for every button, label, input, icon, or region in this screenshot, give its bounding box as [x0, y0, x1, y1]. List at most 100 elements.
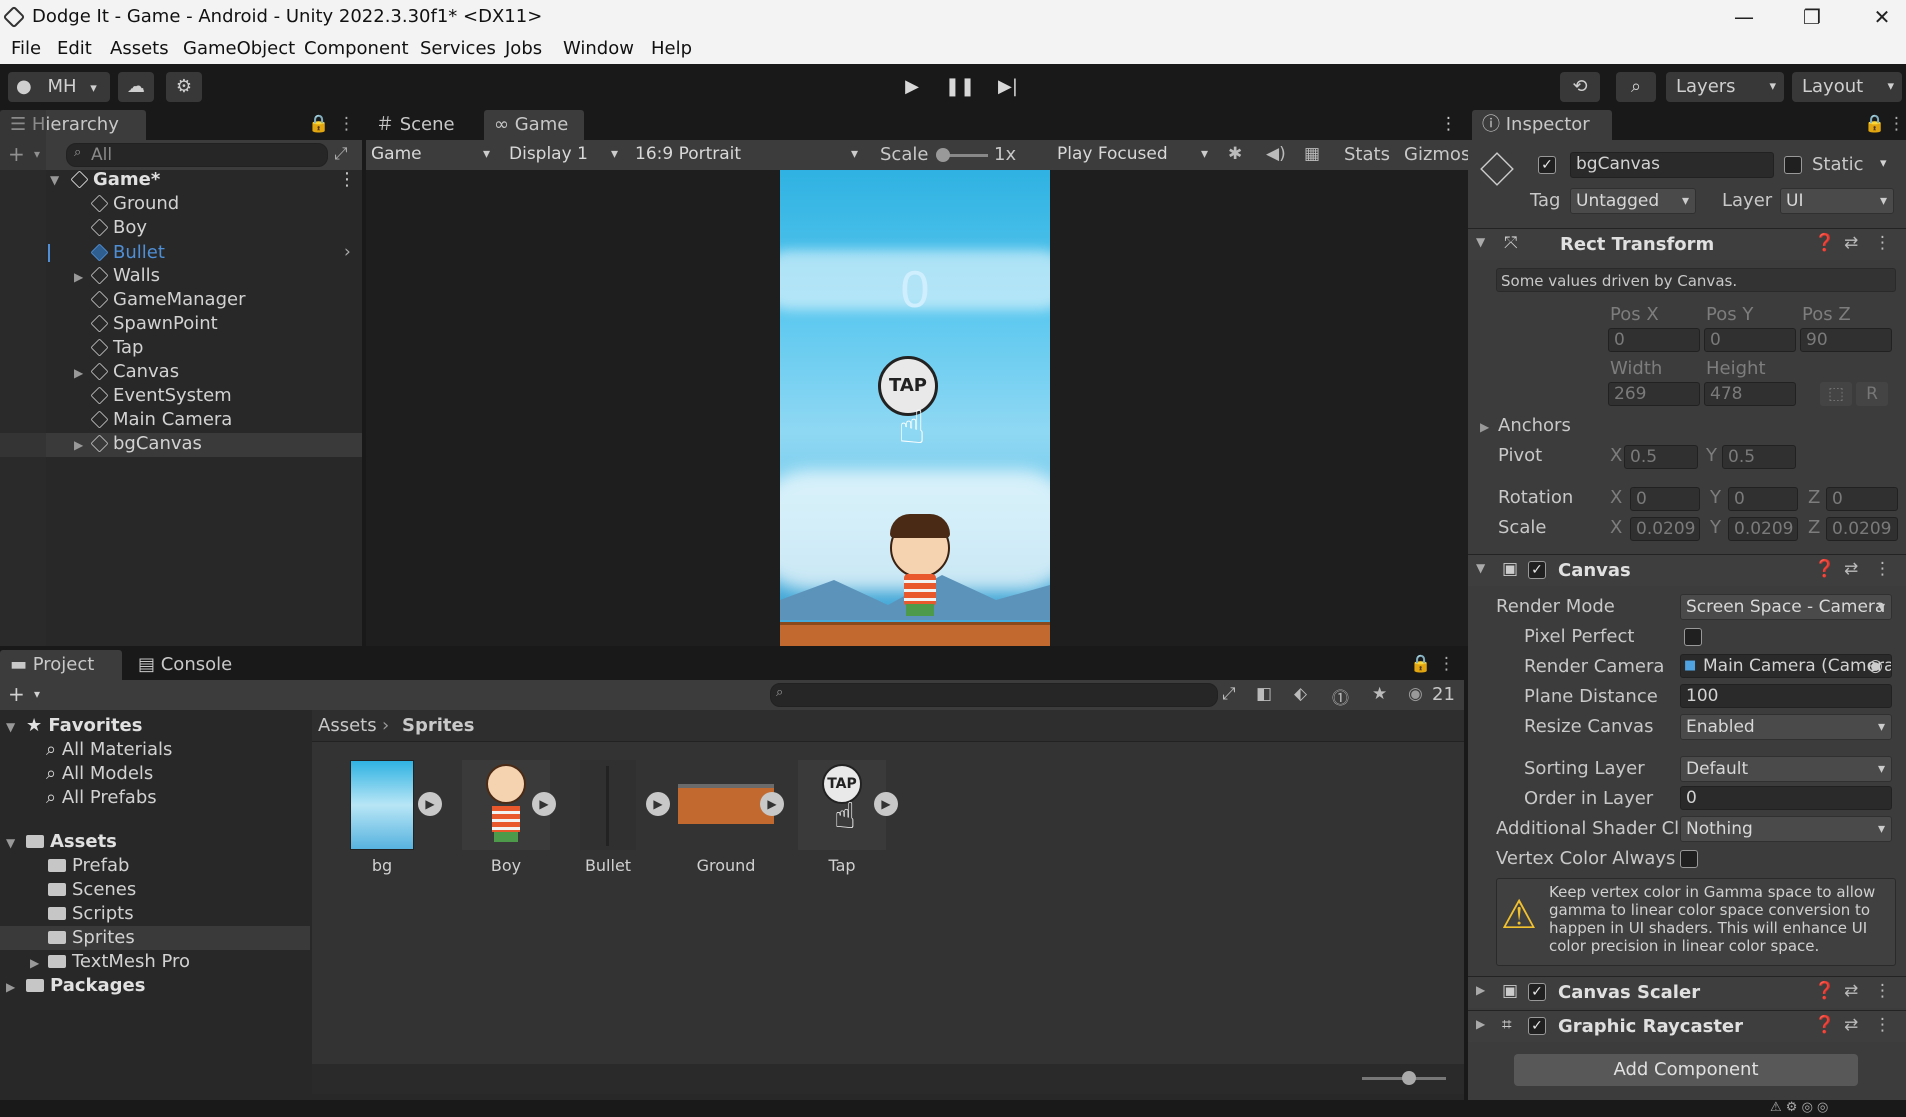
- tag-dropdown[interactable]: Untagged: [1570, 188, 1696, 214]
- menu-services[interactable]: Services: [420, 38, 496, 59]
- preset-icon[interactable]: ⇄: [1844, 1015, 1858, 1035]
- favorite-all-materials[interactable]: ⌕ All Materials: [46, 738, 172, 762]
- expand-icon[interactable]: ⤢: [334, 144, 348, 164]
- step-icon[interactable]: ▶|: [988, 72, 1028, 102]
- object-picker-icon[interactable]: ◉: [1868, 656, 1883, 676]
- assets-header[interactable]: Assets: [26, 830, 117, 854]
- collapse-arrow-icon[interactable]: ▼: [6, 720, 15, 734]
- kebab-menu-icon[interactable]: ⋮: [1438, 654, 1455, 674]
- menu-window[interactable]: Window: [563, 38, 634, 59]
- expand-arrow-icon[interactable]: ▼: [50, 168, 59, 192]
- rotation-z-field[interactable]: 0: [1826, 487, 1898, 511]
- expand-arrow-icon[interactable]: ▶: [74, 366, 83, 380]
- filter-type-icon[interactable]: ◧: [1256, 684, 1272, 704]
- height-field[interactable]: 478: [1704, 382, 1796, 406]
- layer-dropdown[interactable]: UI: [1780, 188, 1894, 214]
- expand-arrow-icon[interactable]: ▶: [1480, 420, 1489, 434]
- menu-component[interactable]: Component: [304, 38, 409, 59]
- play-focus-dropdown[interactable]: Play Focused: [1052, 142, 1214, 168]
- grid-icon[interactable]: ▦: [1304, 144, 1320, 164]
- rect-transform-header[interactable]: ▼ ⤧ Rect Transform ❓ ⇄ ⋮: [1468, 228, 1906, 260]
- kebab-menu-icon[interactable]: ⋮: [338, 114, 355, 134]
- history-icon[interactable]: ⟲: [1560, 72, 1600, 102]
- play-icon[interactable]: ▶: [760, 792, 784, 816]
- mute-audio-icon[interactable]: ◀): [1266, 144, 1286, 164]
- collab-icon[interactable]: ⚙: [166, 72, 202, 102]
- kebab-menu-icon[interactable]: ⋮: [1874, 559, 1891, 579]
- tab-game[interactable]: ∞ Game: [484, 110, 584, 140]
- collapse-arrow-icon[interactable]: ▼: [1476, 235, 1485, 249]
- scene-row[interactable]: ▼ Game* ⋮: [0, 168, 362, 192]
- menu-file[interactable]: File: [11, 38, 41, 59]
- preset-icon[interactable]: ⇄: [1844, 559, 1858, 579]
- hierarchy-item-boy[interactable]: Boy: [90, 216, 147, 240]
- account-button[interactable]: ● MH ▾: [8, 72, 110, 102]
- expand-arrow-icon[interactable]: ▶: [1476, 1017, 1485, 1031]
- play-icon[interactable]: ▶: [418, 792, 442, 816]
- render-mode-dropdown[interactable]: Screen Space - Camera: [1680, 594, 1892, 620]
- hierarchy-item-bullet[interactable]: Bullet: [90, 241, 165, 265]
- chevron-down-icon[interactable]: ▾: [1880, 156, 1887, 171]
- status-icons[interactable]: ⚠ ⚙ ◎ ◎: [1770, 1100, 1828, 1115]
- width-field[interactable]: 269: [1608, 382, 1700, 406]
- pixel-perfect-checkbox[interactable]: [1684, 628, 1702, 646]
- project-search-input[interactable]: [770, 683, 1218, 707]
- rotation-x-field[interactable]: 0: [1630, 487, 1700, 511]
- lock-icon[interactable]: 🔒: [1864, 114, 1885, 134]
- expand-arrow-icon[interactable]: ▶: [30, 956, 39, 970]
- plane-distance-field[interactable]: 100: [1680, 684, 1892, 708]
- label-icon[interactable]: ⬖: [1294, 684, 1307, 704]
- thumbnail-size-handle[interactable]: [1402, 1071, 1416, 1085]
- tab-console[interactable]: ▤ Console: [128, 650, 258, 680]
- stats-button[interactable]: Stats: [1344, 144, 1390, 165]
- tab-project[interactable]: ▬ Project: [0, 650, 122, 680]
- hierarchy-item-canvas[interactable]: Canvas: [90, 360, 179, 384]
- hierarchy-item-bgcanvas[interactable]: bgCanvas: [90, 432, 202, 456]
- scale-x-field[interactable]: 0.0209: [1630, 517, 1700, 541]
- scale-slider-handle[interactable]: [936, 148, 950, 162]
- breadcrumb-sprites[interactable]: Sprites: [402, 715, 474, 736]
- favorite-all-models[interactable]: ⌕ All Models: [46, 762, 153, 786]
- add-component-button[interactable]: Add Component: [1514, 1054, 1858, 1086]
- chevron-right-icon[interactable]: ›: [344, 242, 351, 262]
- play-icon[interactable]: ▶: [892, 72, 932, 102]
- collapse-arrow-icon[interactable]: ▼: [6, 836, 15, 850]
- menu-edit[interactable]: Edit: [57, 38, 92, 59]
- hierarchy-item-tap[interactable]: Tap: [90, 336, 143, 360]
- anchors-label[interactable]: Anchors: [1498, 415, 1571, 436]
- graphic-raycaster-checkbox[interactable]: ✓: [1528, 1017, 1546, 1035]
- help-icon[interactable]: ❓: [1814, 559, 1835, 579]
- hierarchy-item-eventsystem[interactable]: EventSystem: [90, 384, 232, 408]
- pos-y-field[interactable]: 0: [1704, 328, 1796, 352]
- hierarchy-item-main-camera[interactable]: Main Camera: [90, 408, 232, 432]
- object-name-field[interactable]: bgCanvas: [1570, 152, 1774, 178]
- resize-canvas-dropdown[interactable]: Enabled: [1680, 714, 1892, 740]
- raw-edit-button[interactable]: R: [1856, 382, 1888, 406]
- expand-arrow-icon[interactable]: ▶: [1476, 983, 1485, 997]
- expand-arrow-icon[interactable]: ▶: [74, 270, 83, 284]
- pause-icon[interactable]: ❚❚: [940, 72, 980, 102]
- restore-icon[interactable]: ❐: [1792, 2, 1832, 32]
- menu-assets[interactable]: Assets: [110, 38, 169, 59]
- folder-textmesh-pro[interactable]: TextMesh Pro: [48, 950, 190, 974]
- sprite-tap-thumbnail[interactable]: TAP ☝: [798, 760, 886, 850]
- canvas-scaler-checkbox[interactable]: ✓: [1528, 983, 1546, 1001]
- close-icon[interactable]: ✕: [1862, 2, 1902, 32]
- tab-scene[interactable]: ＃ Scene: [366, 110, 476, 140]
- hierarchy-item-walls[interactable]: Walls: [90, 264, 160, 288]
- order-in-layer-field[interactable]: 0: [1680, 786, 1892, 810]
- layers-dropdown[interactable]: Layers ▾: [1666, 72, 1784, 102]
- breadcrumb-assets[interactable]: Assets: [318, 715, 377, 736]
- sprite-bullet-thumbnail[interactable]: [580, 760, 636, 850]
- kebab-menu-icon[interactable]: ⋮: [1874, 981, 1891, 1001]
- preset-icon[interactable]: ⇄: [1844, 233, 1858, 253]
- help-icon[interactable]: ❓: [1814, 233, 1835, 253]
- preset-icon[interactable]: ⇄: [1844, 981, 1858, 1001]
- display-dropdown[interactable]: Display 1: [504, 142, 624, 168]
- play-icon[interactable]: ▶: [646, 792, 670, 816]
- kebab-menu-icon[interactable]: ⋮: [1874, 233, 1891, 253]
- pos-x-field[interactable]: 0: [1608, 328, 1700, 352]
- search-icon[interactable]: ⌕: [1616, 72, 1656, 102]
- additional-shader-dropdown[interactable]: Nothing: [1680, 816, 1892, 842]
- layout-dropdown[interactable]: Layout ▾: [1792, 72, 1902, 102]
